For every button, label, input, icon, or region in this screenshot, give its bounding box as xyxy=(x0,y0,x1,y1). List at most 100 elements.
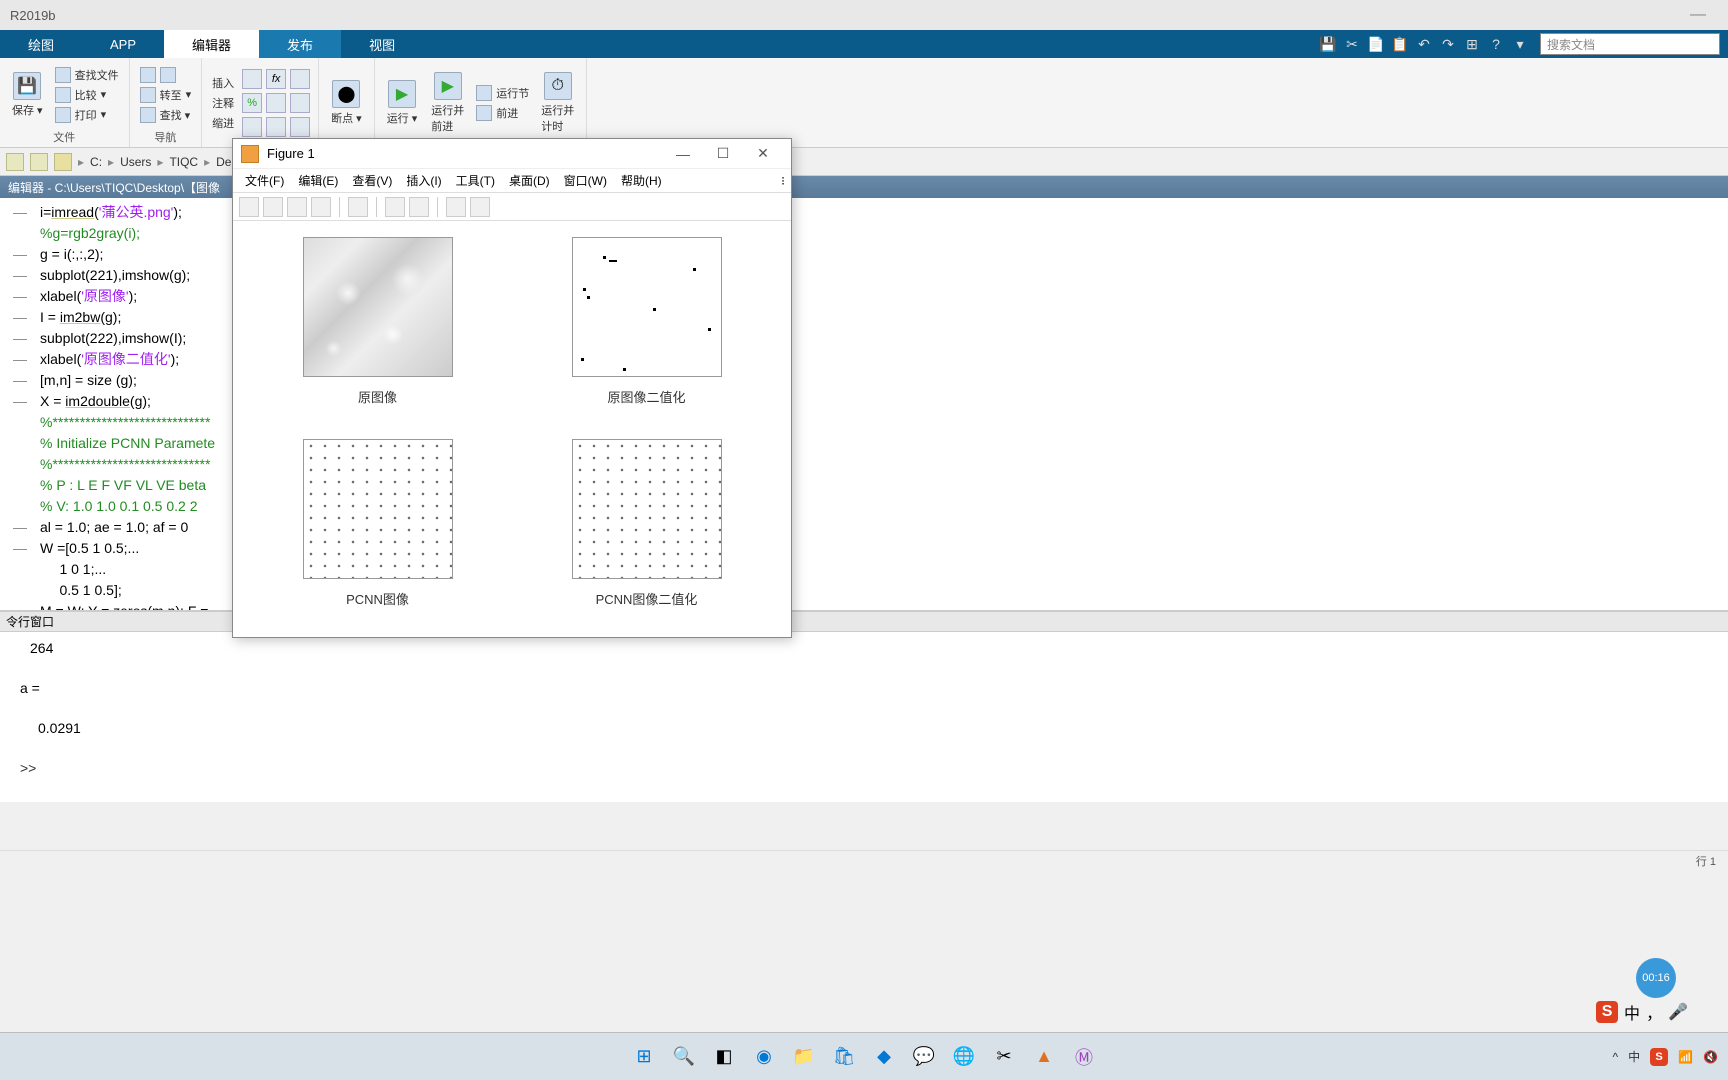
smart-indent-icon[interactable] xyxy=(290,117,310,137)
folder-icon[interactable] xyxy=(54,153,72,171)
snip-icon[interactable]: ✂ xyxy=(989,1042,1019,1072)
tray-sogou-icon[interactable]: S xyxy=(1650,1048,1668,1066)
redo-icon[interactable]: ↷ xyxy=(1438,34,1458,54)
back-icon[interactable] xyxy=(6,153,24,171)
taskview-button[interactable]: ◧ xyxy=(709,1042,739,1072)
fwd-icon[interactable] xyxy=(30,153,48,171)
insert-section-icon[interactable] xyxy=(242,69,262,89)
fig-minimize[interactable]: — xyxy=(663,146,703,162)
comment-icon[interactable]: % xyxy=(242,93,262,113)
help-icon[interactable]: ? xyxy=(1486,34,1506,54)
indent-label: 缩进 xyxy=(210,114,236,132)
new-fig-icon[interactable] xyxy=(239,197,259,217)
save-icon[interactable]: 💾 xyxy=(1318,34,1338,54)
dropdown-icon[interactable]: ▾ xyxy=(1510,34,1530,54)
figure-window[interactable]: Figure 1 — ☐ ✕ 文件(F) 编辑(E) 查看(V) 插入(I) 工… xyxy=(232,138,792,638)
find-files-button[interactable]: 查找文件 xyxy=(53,66,121,84)
browser-icon[interactable]: 🌐 xyxy=(949,1042,979,1072)
explorer-icon[interactable]: 📁 xyxy=(789,1042,819,1072)
uncomment-icon[interactable] xyxy=(266,93,286,113)
colorbar-icon[interactable] xyxy=(409,197,429,217)
run-section-button[interactable]: 运行节 xyxy=(474,84,531,102)
menu-file[interactable]: 文件(F) xyxy=(239,172,290,189)
comment-label: 注释 xyxy=(210,94,236,112)
ime-indicator[interactable]: S 中 ， 🎤 xyxy=(1596,1000,1688,1024)
ime-sogou-icon: S xyxy=(1596,1001,1618,1023)
app-icon-2[interactable]: Ⓜ xyxy=(1069,1042,1099,1072)
run-button[interactable]: ▶ 运行 ▾ xyxy=(383,78,422,128)
menu-edit[interactable]: 编辑(E) xyxy=(292,172,344,189)
print-button[interactable]: 打印 ▾ xyxy=(53,106,121,124)
run-time-button[interactable]: ⏱ 运行并 计时 xyxy=(537,70,578,136)
cut-icon[interactable]: ✂ xyxy=(1342,34,1362,54)
menu-more-icon[interactable]: ⁝ xyxy=(781,174,785,188)
store-icon[interactable]: 🛍 xyxy=(829,1042,859,1072)
fig-maximize[interactable]: ☐ xyxy=(703,145,743,162)
menu-view[interactable]: 查看(V) xyxy=(346,172,398,189)
goto-button[interactable]: 转至 ▾ xyxy=(138,86,194,104)
taskbar: ⊞ 🔍 ◧ ◉ 📁 🛍 ◆ 💬 🌐 ✂ ▲ Ⓜ ^ 中 S 📶 🔇 xyxy=(0,1032,1728,1080)
fig-close[interactable]: ✕ xyxy=(743,145,783,162)
tab-plot[interactable]: 绘图 xyxy=(0,30,82,58)
menu-tools[interactable]: 工具(T) xyxy=(450,172,501,189)
indent-icon[interactable] xyxy=(242,117,262,137)
matlab-icon[interactable]: ▲ xyxy=(1029,1042,1059,1072)
undo-icon[interactable]: ↶ xyxy=(1414,34,1434,54)
open-fig-icon[interactable] xyxy=(263,197,283,217)
app-icon-1[interactable]: ◆ xyxy=(869,1042,899,1072)
start-button[interactable]: ⊞ xyxy=(629,1042,659,1072)
find-button[interactable]: 查找 ▾ xyxy=(138,106,194,124)
compare-icon xyxy=(55,87,71,103)
tray-volume-icon[interactable]: 🔇 xyxy=(1703,1050,1718,1064)
tray-up-icon[interactable]: ^ xyxy=(1612,1050,1618,1064)
inspect-icon[interactable] xyxy=(470,197,490,217)
minimize-button[interactable]: — xyxy=(1678,6,1718,24)
subplot-2-image xyxy=(572,237,722,377)
paste-icon[interactable]: 📋 xyxy=(1390,34,1410,54)
dock-icon[interactable] xyxy=(385,197,405,217)
run-advance-button[interactable]: ▶ 运行并 前进 xyxy=(427,70,468,136)
window-icon[interactable]: ⊞ xyxy=(1462,34,1482,54)
tab-app[interactable]: APP xyxy=(82,30,164,58)
link-icon[interactable] xyxy=(348,197,368,217)
insert-fx-icon[interactable]: fx xyxy=(266,69,286,89)
nav-back[interactable] xyxy=(138,66,194,84)
tray-ime-icon[interactable]: 中 xyxy=(1628,1048,1640,1065)
menu-window[interactable]: 窗口(W) xyxy=(558,172,613,189)
menu-help[interactable]: 帮助(H) xyxy=(615,172,668,189)
crumb-users[interactable]: Users xyxy=(120,155,151,169)
search-input[interactable]: 搜索文档 xyxy=(1540,33,1720,55)
crumb-tiqc[interactable]: TIQC xyxy=(169,155,198,169)
tab-editor[interactable]: 编辑器 xyxy=(164,30,259,58)
advance-button[interactable]: 前进 xyxy=(474,104,531,122)
system-tray[interactable]: ^ 中 S 📶 🔇 xyxy=(1612,1048,1718,1066)
command-window[interactable]: 264 a = 0.0291 >> xyxy=(0,632,1728,802)
menu-desktop[interactable]: 桌面(D) xyxy=(503,172,556,189)
breakpoints-button[interactable]: ⬤ 断点 ▾ xyxy=(327,78,366,128)
figure-titlebar[interactable]: Figure 1 — ☐ ✕ xyxy=(233,139,791,169)
wechat-icon[interactable]: 💬 xyxy=(909,1042,939,1072)
advance-icon xyxy=(476,105,492,121)
compare-button[interactable]: 比较 ▾ xyxy=(53,86,121,104)
save-fig-icon[interactable] xyxy=(287,197,307,217)
crumb-c[interactable]: C: xyxy=(90,155,102,169)
outdent-icon[interactable] xyxy=(266,117,286,137)
search-button[interactable]: 🔍 xyxy=(669,1042,699,1072)
app-title: R2019b xyxy=(10,8,56,23)
wrap-comment-icon[interactable] xyxy=(290,93,310,113)
save-button[interactable]: 💾 保存 ▾ xyxy=(8,70,47,120)
find-icon xyxy=(140,107,156,123)
copy-icon[interactable]: 📄 xyxy=(1366,34,1386,54)
pointer-icon[interactable] xyxy=(446,197,466,217)
tray-wifi-icon[interactable]: 📶 xyxy=(1678,1050,1693,1064)
toolstrip-tabs: 绘图 APP 编辑器 发布 视图 💾 ✂ 📄 📋 ↶ ↷ ⊞ ? ▾ 搜索文档 xyxy=(0,30,1728,58)
cmd-val: 0.0291 xyxy=(20,718,1708,738)
subplot-3-image xyxy=(303,439,453,579)
edit-icons-grid: fx % xyxy=(242,69,310,137)
edge-icon[interactable]: ◉ xyxy=(749,1042,779,1072)
print-fig-icon[interactable] xyxy=(311,197,331,217)
tab-publish[interactable]: 发布 xyxy=(259,30,341,58)
insert-var-icon[interactable] xyxy=(290,69,310,89)
menu-insert[interactable]: 插入(I) xyxy=(400,172,447,189)
tab-view[interactable]: 视图 xyxy=(341,30,423,58)
